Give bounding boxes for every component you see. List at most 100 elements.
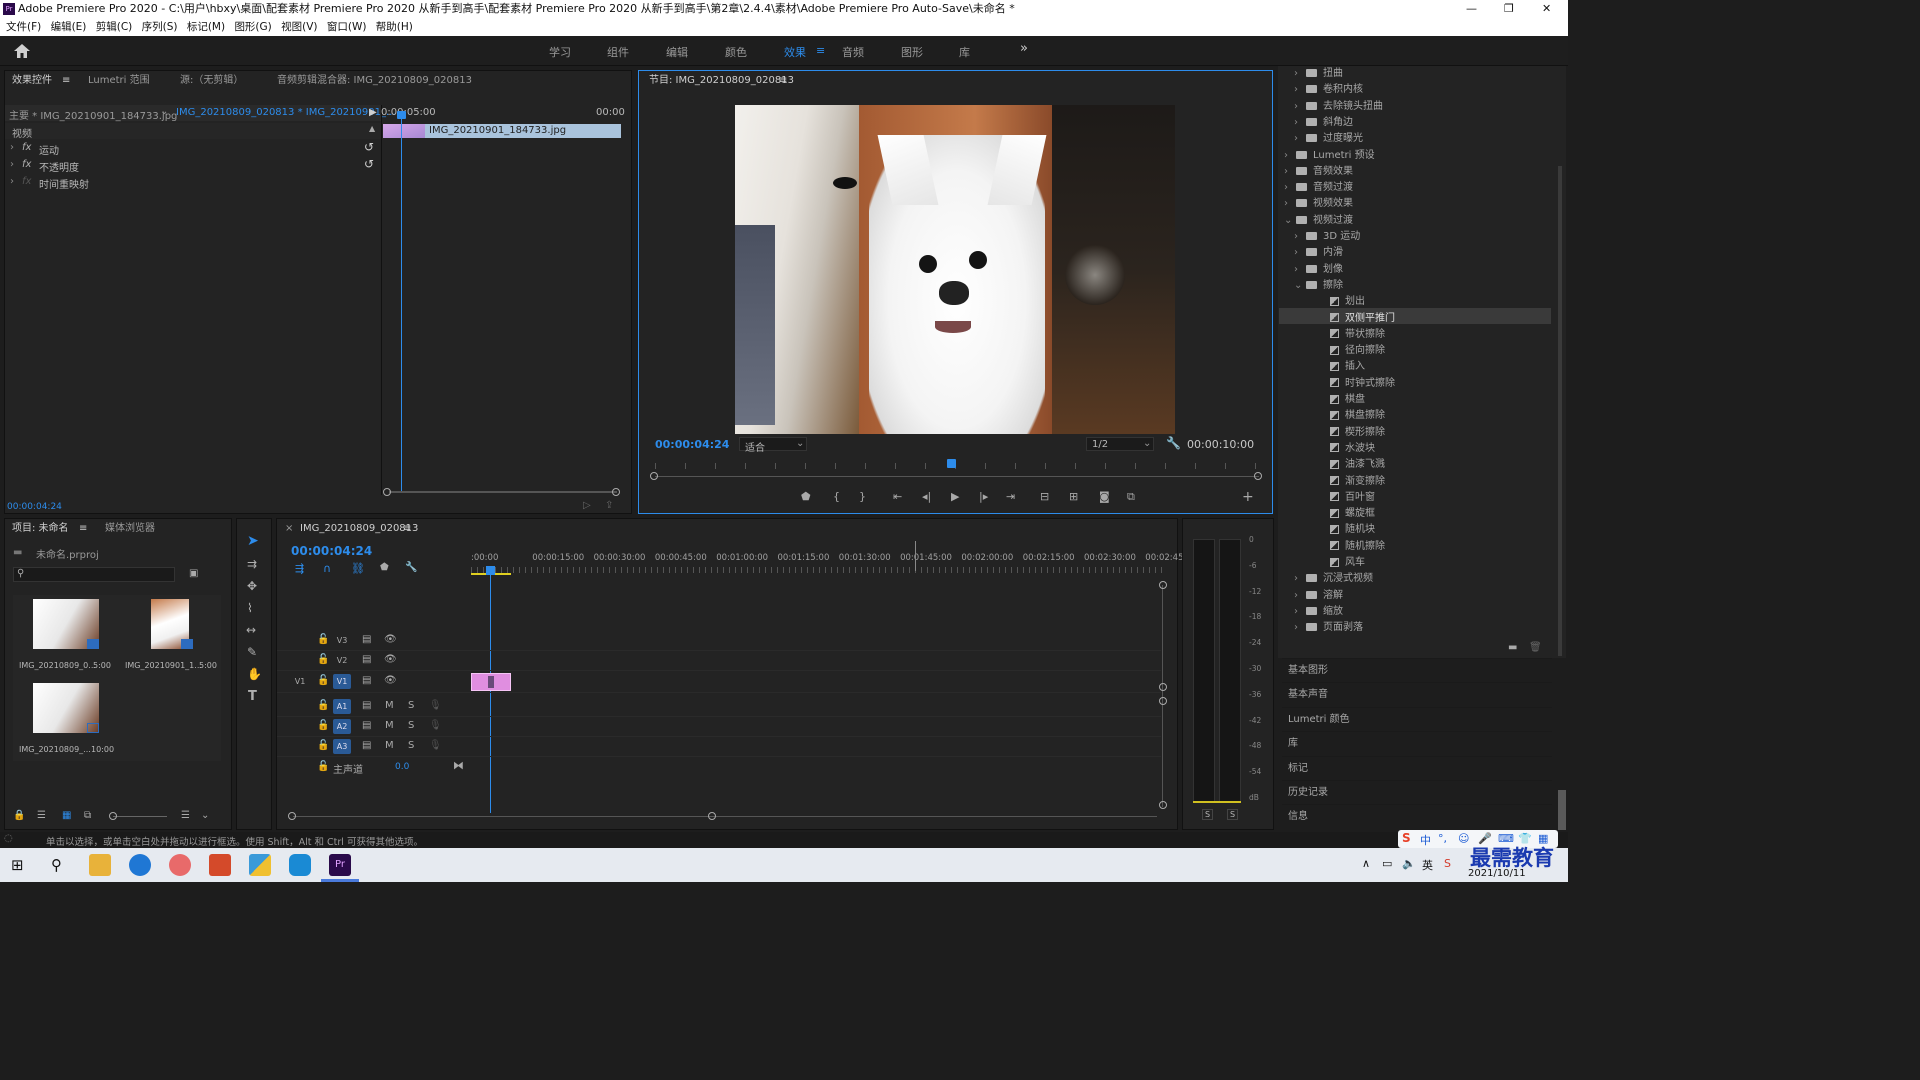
- chevron-right-icon[interactable]: ›: [1294, 571, 1306, 587]
- workspace-menu-icon[interactable]: ≡: [816, 44, 825, 57]
- effect-item[interactable]: 时钟式擦除: [1282, 376, 1552, 392]
- mute-button[interactable]: M: [385, 700, 394, 711]
- track-label[interactable]: V1: [333, 674, 351, 689]
- maximize-button[interactable]: ❐: [1504, 0, 1514, 18]
- vscroll-handle-mid[interactable]: [1159, 683, 1167, 691]
- workspace-assembly[interactable]: 组件: [607, 44, 629, 60]
- eye-icon[interactable]: 👁: [384, 654, 397, 665]
- lift-icon[interactable]: ⊟: [1040, 490, 1049, 503]
- wrench-icon[interactable]: 🔧: [405, 562, 417, 573]
- hscroll-handle-right[interactable]: [708, 812, 716, 820]
- ec-sequence-clip[interactable]: IMG_20210809_020813 * IMG_20210901_...: [176, 107, 396, 118]
- menu-help[interactable]: 帮助(H): [376, 21, 413, 33]
- lock-icon[interactable]: 🔓: [317, 654, 329, 665]
- solo-left-button[interactable]: S: [1202, 809, 1214, 820]
- program-zoom-left[interactable]: [650, 472, 658, 480]
- play-only-icon[interactable]: ▶: [369, 107, 377, 118]
- reset-icon[interactable]: ↺: [364, 157, 374, 171]
- pen-tool-icon[interactable]: ✎: [247, 645, 257, 659]
- search-icon[interactable]: ⚲: [51, 856, 62, 874]
- new-folder-icon[interactable]: ▬: [1508, 642, 1517, 653]
- bin-icon[interactable]: ▣: [189, 568, 198, 579]
- effect-folder[interactable]: › 音频过渡: [1282, 180, 1552, 196]
- panel-menu-icon[interactable]: ≡: [79, 519, 87, 539]
- effect-folder[interactable]: › 划像: [1282, 262, 1552, 278]
- panel-markers[interactable]: 标记: [1282, 756, 1552, 780]
- go-to-end-icon[interactable]: ⧓: [453, 759, 464, 772]
- workspace-learn[interactable]: 学习: [549, 44, 571, 60]
- selection-tool-icon[interactable]: ➤: [247, 533, 259, 549]
- windows-start-icon[interactable]: ⊞: [11, 856, 24, 874]
- program-zoom-right[interactable]: [1254, 472, 1262, 480]
- freeform-view-icon[interactable]: ⧉: [84, 810, 91, 821]
- project-item[interactable]: [119, 599, 219, 659]
- home-icon[interactable]: [14, 44, 30, 58]
- effect-item[interactable]: 划出: [1282, 294, 1552, 310]
- effect-item[interactable]: 棋盘擦除: [1282, 408, 1552, 424]
- microphone-icon[interactable]: 🎙: [429, 720, 442, 731]
- app-icon-red[interactable]: [169, 854, 191, 876]
- workspace-libraries[interactable]: 库: [959, 44, 970, 60]
- workspace-graphics[interactable]: 图形: [901, 44, 923, 60]
- effect-item[interactable]: 楔形擦除: [1282, 425, 1552, 441]
- chevron-right-icon[interactable]: ›: [1294, 82, 1306, 98]
- sync-lock-icon[interactable]: ▤: [362, 700, 371, 711]
- panel-info[interactable]: 信息: [1282, 804, 1552, 828]
- list-view-icon[interactable]: ☰: [37, 810, 46, 821]
- linked-selection-icon[interactable]: ⛓: [351, 562, 365, 575]
- lock-icon[interactable]: 🔒: [13, 810, 25, 821]
- slip-tool-icon[interactable]: ↔: [246, 623, 256, 637]
- timeline-sequence-tab[interactable]: IMG_20210809_020813: [300, 519, 418, 539]
- panel-essential-graphics[interactable]: 基本图形: [1282, 658, 1552, 682]
- icon-view-icon[interactable]: ▦: [62, 810, 71, 821]
- chevron-right-icon[interactable]: ›: [1294, 229, 1306, 245]
- expand-arrow-icon[interactable]: ›: [10, 159, 14, 170]
- effect-item[interactable]: 双侧平推门: [1282, 311, 1552, 327]
- tab-audio-clip-mixer[interactable]: 音频剪辑混合器: IMG_20210809_020813: [277, 71, 472, 91]
- effect-folder[interactable]: › 溶解: [1282, 588, 1552, 604]
- volume-icon[interactable]: 🔈: [1402, 857, 1416, 870]
- effect-folder[interactable]: › 音频效果: [1282, 164, 1552, 180]
- effect-folder[interactable]: › 扭曲: [1282, 66, 1552, 82]
- chevron-right-icon[interactable]: ›: [1294, 620, 1306, 636]
- chevron-down-icon[interactable]: ⌄: [160, 106, 168, 117]
- ec-clip-bar[interactable]: IMG_20210901_184733.jpg: [383, 124, 621, 138]
- effect-item[interactable]: 螺旋框: [1282, 506, 1552, 522]
- workspace-editing[interactable]: 编辑: [666, 44, 688, 60]
- menu-view[interactable]: 视图(V): [281, 21, 317, 33]
- eye-icon[interactable]: 👁: [384, 675, 397, 686]
- timeline-horizontal-scrollbar[interactable]: [293, 816, 1157, 817]
- timeline-vertical-scrollbar[interactable]: [1162, 585, 1163, 807]
- type-tool-icon[interactable]: T: [248, 689, 257, 704]
- lock-icon[interactable]: 🔓: [317, 720, 329, 731]
- chevron-right-icon[interactable]: ›: [1284, 196, 1296, 212]
- wrench-icon[interactable]: 🔧: [1166, 436, 1181, 450]
- add-marker-icon[interactable]: ⬟: [380, 562, 389, 573]
- ripple-edit-tool-icon[interactable]: ✥: [247, 579, 257, 593]
- ec-transition-block[interactable]: [383, 124, 425, 138]
- effect-folder[interactable]: › 内滑: [1282, 245, 1552, 261]
- chevron-right-icon[interactable]: ›: [1284, 148, 1296, 164]
- workspace-overflow-button[interactable]: »: [1020, 41, 1028, 56]
- lock-icon[interactable]: 🔓: [317, 700, 329, 711]
- chevron-right-icon[interactable]: ›: [1294, 588, 1306, 604]
- mark-out-icon[interactable]: }: [859, 490, 866, 503]
- workspace-audio[interactable]: 音频: [842, 44, 864, 60]
- lock-icon[interactable]: 🔓: [317, 761, 329, 772]
- app-icon-grid[interactable]: [249, 854, 271, 876]
- effect-item[interactable]: 棋盘: [1282, 392, 1552, 408]
- minimize-button[interactable]: —: [1466, 0, 1477, 18]
- razor-tool-icon[interactable]: ⌇: [247, 601, 253, 615]
- project-item[interactable]: [15, 599, 115, 659]
- track-label[interactable]: A2: [333, 719, 351, 734]
- menu-markers[interactable]: 标记(M): [187, 21, 225, 33]
- ec-zoom-handle-right[interactable]: [612, 488, 620, 496]
- expand-arrow-icon[interactable]: ›: [10, 142, 14, 153]
- panel-essential-sound[interactable]: 基本声音: [1282, 682, 1552, 706]
- compare-view-icon[interactable]: ⧉: [1127, 490, 1135, 504]
- timeline-ruler[interactable]: :00:00 00:00:15:00 00:00:30:00 00:00:45:00 0…: [471, 553, 1186, 567]
- effect-item[interactable]: 随机块: [1282, 522, 1552, 538]
- program-title[interactable]: 节目: IMG_20210809_020813: [649, 71, 794, 91]
- ime-mode[interactable]: 中: [1420, 832, 1431, 848]
- track-select-tool-icon[interactable]: ⇉: [247, 557, 257, 571]
